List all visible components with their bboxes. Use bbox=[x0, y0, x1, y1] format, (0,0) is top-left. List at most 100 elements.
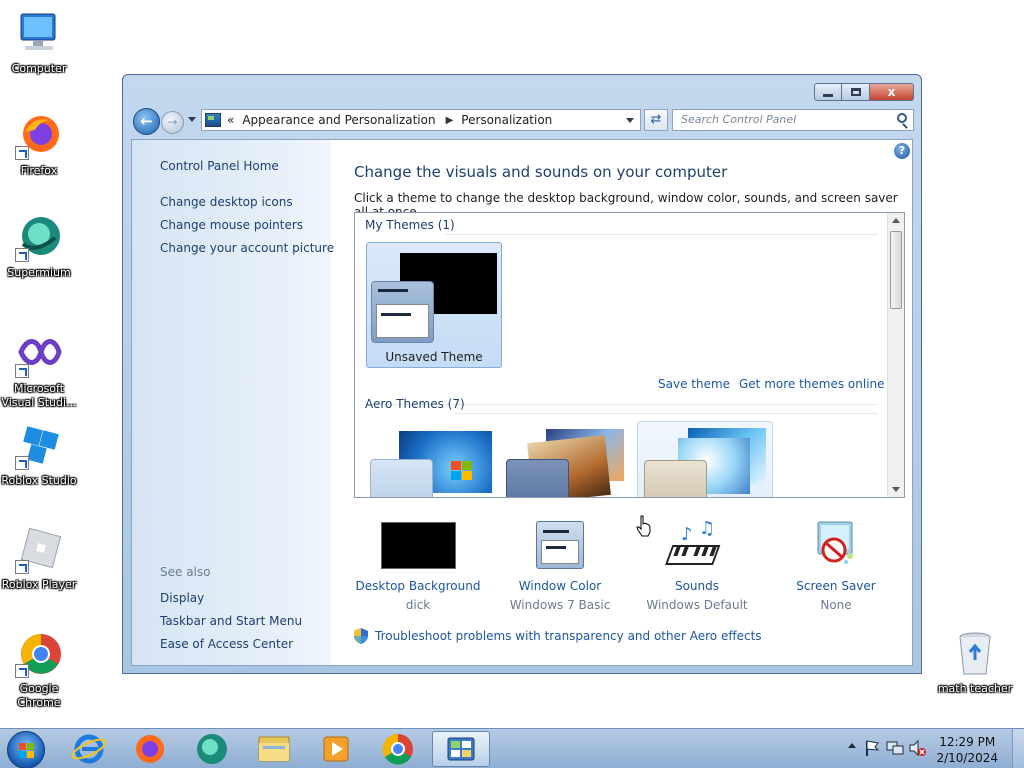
save-theme-link[interactable]: Save theme bbox=[658, 377, 730, 391]
main-pane: ? Change the visuals and sounds on your … bbox=[331, 140, 912, 665]
action-center-flag-icon[interactable] bbox=[864, 739, 880, 757]
taskbar-chrome[interactable] bbox=[371, 731, 425, 767]
group-divider bbox=[445, 234, 878, 235]
desktop-icon-google-chrome[interactable]: Google Chrome bbox=[0, 630, 78, 710]
theme-windows-7[interactable] bbox=[366, 421, 502, 497]
theme-window-color-preview bbox=[644, 460, 707, 497]
sounds-setting[interactable]: ♪ ♫ Sounds Windows Default bbox=[632, 518, 762, 612]
media-player-icon bbox=[323, 736, 349, 762]
theme-window-color-preview bbox=[371, 281, 434, 343]
shortcut-arrow-icon bbox=[15, 364, 29, 378]
troubleshoot-link[interactable]: Troubleshoot problems with transparency … bbox=[375, 629, 762, 643]
shortcut-arrow-icon bbox=[15, 456, 29, 470]
firefox-icon bbox=[15, 112, 63, 160]
system-clock[interactable]: 12:29 PM 2/10/2024 bbox=[936, 734, 998, 766]
internet-explorer-icon bbox=[71, 734, 107, 764]
window-color-link[interactable]: Window Color bbox=[495, 579, 625, 593]
taskbar-file-explorer[interactable] bbox=[247, 731, 301, 767]
forward-button[interactable]: → bbox=[161, 111, 184, 134]
chrome-icon bbox=[15, 630, 63, 678]
search-icon[interactable] bbox=[897, 113, 907, 123]
minimize-button[interactable] bbox=[814, 83, 842, 101]
show-desktop-button[interactable] bbox=[1012, 729, 1024, 768]
desktop-icon-firefox[interactable]: Firefox bbox=[0, 112, 78, 178]
scroll-up-icon[interactable] bbox=[892, 218, 900, 223]
screen-saver-icon bbox=[798, 520, 874, 570]
clock-time: 12:29 PM bbox=[939, 735, 996, 749]
troubleshoot-link-row[interactable]: Troubleshoot problems with transparency … bbox=[354, 628, 762, 644]
desktop-icon-label: Roblox Player bbox=[1, 578, 77, 591]
taskbar-media-player[interactable] bbox=[309, 731, 363, 767]
window-content: Control Panel Home Change desktop icons … bbox=[131, 139, 913, 666]
desktop-background-icon bbox=[380, 520, 456, 570]
network-icon[interactable] bbox=[886, 739, 904, 757]
recent-pages-dropdown[interactable] bbox=[188, 117, 196, 122]
theme-list-scrollbar[interactable] bbox=[887, 213, 904, 497]
breadcrumb-appearance[interactable]: Appearance and Personalization bbox=[242, 113, 435, 127]
sounds-icon: ♪ ♫ bbox=[659, 518, 735, 570]
close-button[interactable]: x bbox=[870, 83, 914, 101]
sounds-link[interactable]: Sounds bbox=[632, 579, 762, 593]
scroll-down-icon[interactable] bbox=[892, 487, 900, 492]
refresh-button[interactable]: ⇄ bbox=[644, 109, 668, 131]
preview-line bbox=[381, 313, 411, 316]
page-title: Change the visuals and sounds on your co… bbox=[354, 163, 728, 181]
chrome-icon bbox=[382, 733, 413, 765]
desktop-icon-label: Microsoft Visual Studi... bbox=[1, 382, 77, 409]
display-link[interactable]: Display bbox=[160, 591, 204, 605]
theme-architecture[interactable] bbox=[498, 421, 634, 497]
change-desktop-icons-link[interactable]: Change desktop icons bbox=[160, 195, 293, 209]
desktop-icon-visual-studio[interactable]: Microsoft Visual Studi... bbox=[0, 330, 78, 410]
change-account-picture-link[interactable]: Change your account picture bbox=[160, 241, 334, 255]
address-dropdown-icon[interactable] bbox=[626, 118, 634, 123]
close-icon: x bbox=[887, 85, 896, 99]
screen-saver-link[interactable]: Screen Saver bbox=[771, 579, 901, 593]
search-input[interactable]: Search Control Panel bbox=[672, 109, 914, 131]
breadcrumb-chevron[interactable]: « bbox=[227, 113, 234, 127]
see-also-label: See also bbox=[160, 565, 211, 579]
breadcrumb-separator-icon[interactable]: ▶ bbox=[446, 115, 454, 126]
breadcrumb-personalization[interactable]: Personalization bbox=[461, 113, 552, 127]
help-button[interactable]: ? bbox=[894, 143, 910, 159]
desktop-icon-label: Computer bbox=[11, 62, 67, 75]
ease-of-access-link[interactable]: Ease of Access Center bbox=[160, 637, 293, 651]
scroll-thumb[interactable] bbox=[890, 231, 902, 309]
show-hidden-icons-chevron-icon[interactable] bbox=[848, 743, 856, 748]
theme-characters[interactable] bbox=[637, 421, 773, 497]
sounds-value: Windows Default bbox=[646, 598, 748, 612]
screen-saver-setting[interactable]: Screen Saver None bbox=[771, 520, 901, 612]
control-panel-home-link[interactable]: Control Panel Home bbox=[160, 159, 279, 173]
folder-icon bbox=[258, 736, 290, 762]
maximize-button[interactable] bbox=[842, 83, 870, 101]
desktop-icon-roblox-studio[interactable]: Roblox Studio bbox=[0, 422, 78, 488]
get-more-themes-link[interactable]: Get more themes online bbox=[739, 377, 885, 391]
desktop-icon-computer[interactable]: Computer bbox=[0, 10, 78, 76]
taskbar-control-panel[interactable] bbox=[432, 731, 490, 767]
back-button[interactable]: ← bbox=[133, 108, 160, 135]
desktop-background-setting[interactable]: Desktop Background dick bbox=[353, 520, 483, 612]
taskbar-start-menu-link[interactable]: Taskbar and Start Menu bbox=[160, 614, 302, 628]
shortcut-arrow-icon bbox=[15, 560, 29, 574]
start-button[interactable] bbox=[7, 731, 45, 768]
task-pane: Control Panel Home Change desktop icons … bbox=[132, 140, 334, 665]
window-color-icon bbox=[522, 520, 598, 570]
desktop-background-link[interactable]: Desktop Background bbox=[353, 579, 483, 593]
personalization-window[interactable]: x ← → « Appearance and Personalization ▶… bbox=[122, 74, 922, 674]
address-bar[interactable]: « Appearance and Personalization ▶ Perso… bbox=[201, 109, 641, 131]
window-color-setting[interactable]: Window Color Windows 7 Basic bbox=[495, 520, 625, 612]
desktop-icon-supermium[interactable]: Supermium bbox=[0, 214, 78, 280]
desktop-icon-roblox-player[interactable]: Roblox Player bbox=[0, 526, 78, 592]
theme-unsaved[interactable]: Unsaved Theme bbox=[366, 242, 502, 368]
taskbar-firefox[interactable] bbox=[123, 731, 177, 767]
taskbar-internet-explorer[interactable] bbox=[62, 731, 116, 767]
desktop-icon-label: Roblox Studio bbox=[1, 474, 77, 487]
volume-muted-icon[interactable] bbox=[908, 739, 926, 757]
taskbar-supermium[interactable] bbox=[185, 731, 239, 767]
windows-logo-icon bbox=[19, 743, 34, 758]
change-mouse-pointers-link[interactable]: Change mouse pointers bbox=[160, 218, 303, 232]
theme-list[interactable]: My Themes (1) Unsaved Theme Save theme G… bbox=[354, 212, 905, 498]
uac-shield-icon bbox=[354, 628, 368, 644]
desktop-icon-recycle-bin[interactable]: math teacher bbox=[936, 630, 1014, 696]
desktop-background-value: dick bbox=[405, 598, 431, 612]
desktop-icon-label: Google Chrome bbox=[17, 682, 61, 709]
